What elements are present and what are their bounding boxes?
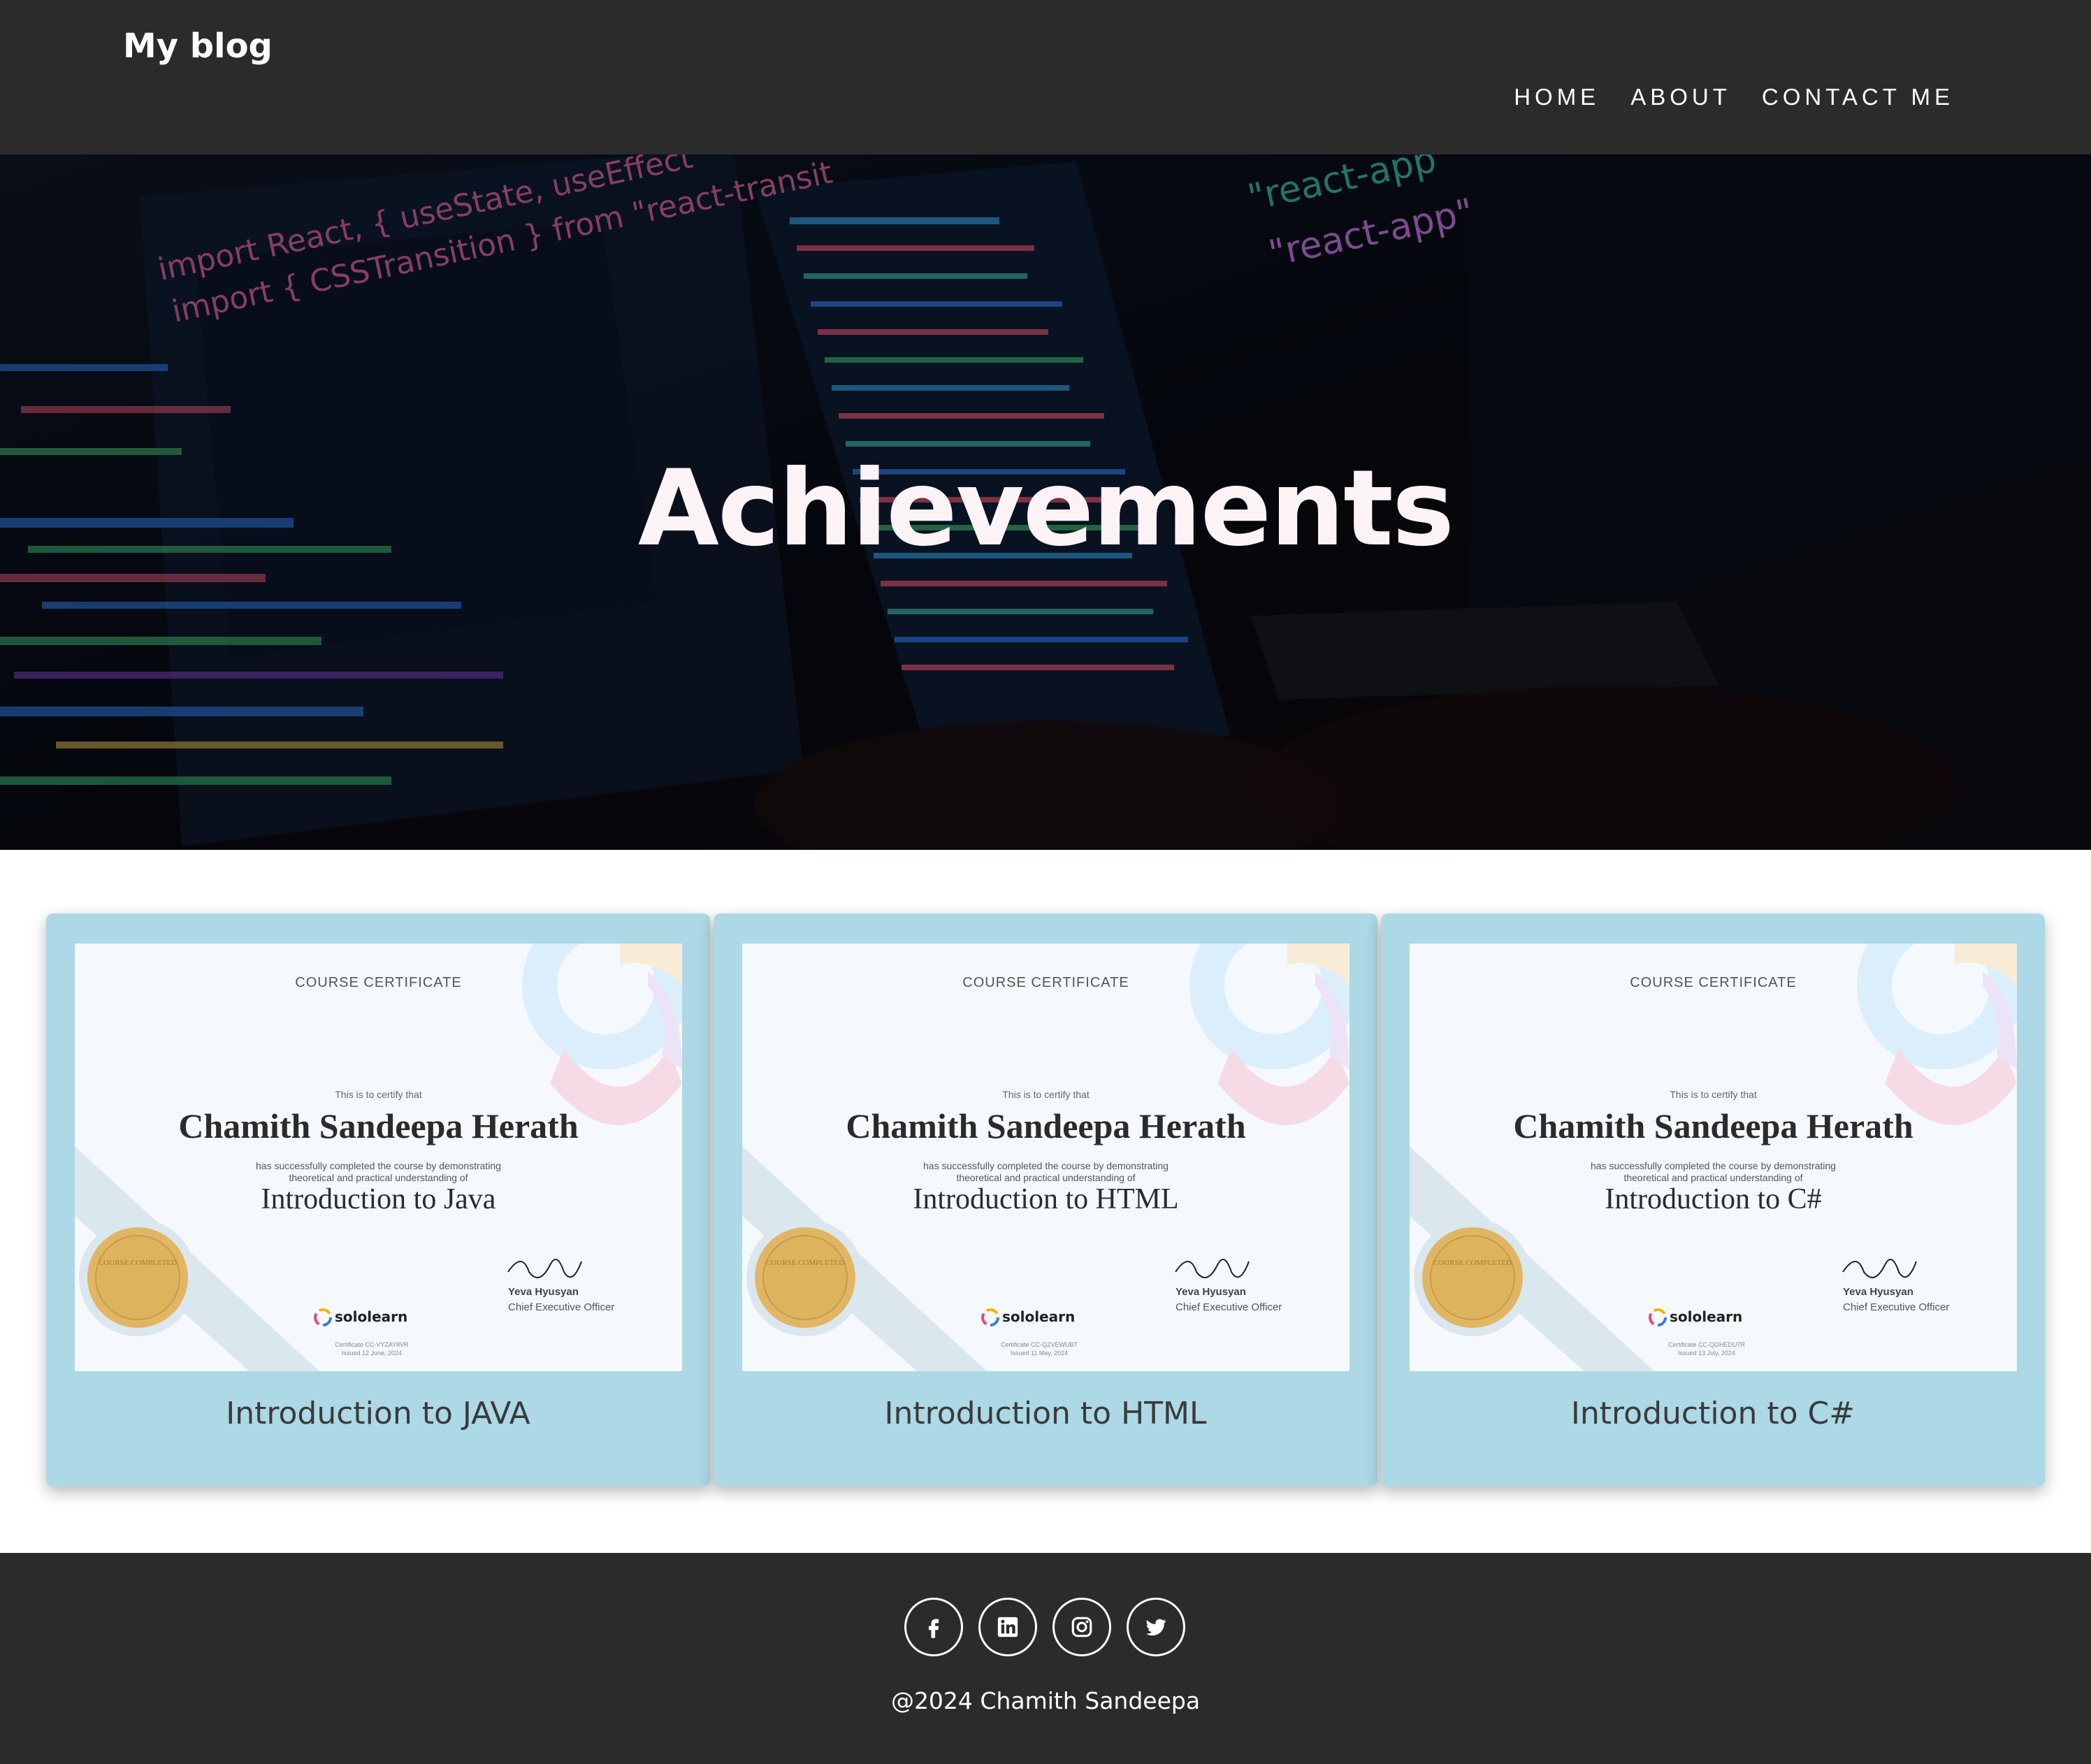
brand-logo[interactable]: My blog bbox=[123, 27, 273, 66]
achievements-grid: COURSE COMPLETED COURSE CERTIFICATE This… bbox=[46, 913, 2045, 1487]
certificate-issued-text: Issued 13 July, 2024 bbox=[1678, 1350, 1735, 1357]
certificate-signer-name: Yeva Hyusyan bbox=[508, 1286, 579, 1298]
nav-link-contact[interactable]: CONTACT ME bbox=[1762, 84, 1954, 110]
seal-text: COURSE COMPLETED bbox=[1433, 1259, 1512, 1267]
certificate-description-line1: has successfully completed the course by… bbox=[256, 1160, 501, 1171]
sololearn-logo-icon bbox=[981, 1308, 999, 1326]
certificate-description-line1: has successfully completed the course by… bbox=[923, 1160, 1168, 1171]
certificate-id: Certificate CC-QZVEWUBT Issued 11 May, 2… bbox=[952, 1340, 1127, 1357]
certificate-course-name: Introduction to Java bbox=[261, 1183, 496, 1215]
certificate-recipient-name: Chamith Sandeepa Herath bbox=[846, 1106, 1246, 1145]
instagram-icon bbox=[1071, 1617, 1092, 1638]
certificate-recipient-name: Chamith Sandeepa Herath bbox=[178, 1106, 579, 1145]
certificate-course-name: Introduction to HTML bbox=[913, 1183, 1179, 1215]
achievement-card-html[interactable]: COURSE COMPLETED COURSE CERTIFICATE This… bbox=[714, 913, 1377, 1487]
certificate-description-line1: has successfully completed the course by… bbox=[1591, 1160, 1836, 1171]
twitter-link[interactable] bbox=[1127, 1598, 1185, 1656]
certificate-id-text: Certificate CC-QOHEDU7R bbox=[1667, 1341, 1746, 1348]
copyright-text: @2024 Chamith Sandeepa bbox=[890, 1687, 1201, 1714]
facebook-icon bbox=[928, 1619, 939, 1638]
seal-text: COURSE COMPLETED bbox=[766, 1259, 844, 1267]
linkedin-icon bbox=[997, 1617, 1018, 1638]
sololearn-logo-icon bbox=[314, 1308, 332, 1326]
facebook-link[interactable] bbox=[904, 1598, 963, 1656]
certificate-description: has successfully completed the course by… bbox=[742, 1160, 1350, 1184]
achievement-card-java[interactable]: COURSE COMPLETED COURSE CERTIFICATE This… bbox=[46, 913, 710, 1487]
instagram-link[interactable] bbox=[1052, 1598, 1111, 1656]
hero-banner: import React, { useState, useEffect impo… bbox=[0, 154, 2091, 850]
certificate-issued-text: Issued 11 May, 2024 bbox=[1010, 1350, 1069, 1357]
certificate-image: COURSE COMPLETED COURSE CERTIFICATE This… bbox=[75, 944, 682, 1371]
footer: @2024 Chamith Sandeepa bbox=[0, 1553, 2091, 1764]
certificate-image: COURSE COMPLETED COURSE CERTIFICATE This… bbox=[1410, 944, 2017, 1371]
certificate-course-name: Introduction to C# bbox=[1605, 1183, 1822, 1215]
nav-link-about[interactable]: ABOUT bbox=[1630, 84, 1731, 110]
certificate-heading: COURSE CERTIFICATE bbox=[962, 975, 1129, 990]
linkedin-link[interactable] bbox=[978, 1598, 1037, 1656]
certificate-brand: sololearn bbox=[1002, 1308, 1076, 1325]
certificate-signer-name: Yeva Hyusyan bbox=[1175, 1286, 1246, 1298]
certificate-signer-role: Chief Executive Officer bbox=[508, 1301, 615, 1313]
card-title: Introduction to JAVA bbox=[226, 1396, 530, 1431]
card-title: Introduction to HTML bbox=[884, 1396, 1207, 1431]
navbar: My blog HOME ABOUT CONTACT ME bbox=[0, 0, 2091, 154]
certificate-id: Certificate CC-VYZAY8VR Issued 12 June, … bbox=[284, 1340, 459, 1357]
twitter-icon bbox=[1145, 1619, 1166, 1636]
certificate-description: has successfully completed the course by… bbox=[75, 1160, 682, 1184]
certificate-id-text: Certificate CC-VYZAY8VR bbox=[335, 1341, 409, 1348]
certificate-id-text: Certificate CC-QZVEWUBT bbox=[1000, 1341, 1078, 1348]
certificate-brand: sololearn bbox=[335, 1308, 408, 1325]
certificate-image: COURSE COMPLETED COURSE CERTIFICATE This… bbox=[742, 944, 1350, 1371]
certificate-signer-role: Chief Executive Officer bbox=[1843, 1301, 1950, 1313]
certificate-brand: sololearn bbox=[1670, 1308, 1743, 1325]
card-title: Introduction to C# bbox=[1570, 1396, 1855, 1431]
certificate-issued-text: Issued 12 June, 2024 bbox=[341, 1350, 403, 1357]
certificate-heading: COURSE CERTIFICATE bbox=[295, 975, 462, 990]
social-links bbox=[904, 1598, 1185, 1656]
nav-link-home[interactable]: HOME bbox=[1514, 84, 1600, 110]
certificate-signer-role: Chief Executive Officer bbox=[1175, 1301, 1282, 1313]
certificate-heading: COURSE CERTIFICATE bbox=[1630, 975, 1797, 990]
certificate-certify-text: This is to certify that bbox=[1002, 1089, 1090, 1100]
certificate-signer-name: Yeva Hyusyan bbox=[1843, 1286, 1913, 1298]
certificate-certify-text: This is to certify that bbox=[1670, 1089, 1757, 1100]
seal-text: COURSE COMPLETED bbox=[99, 1259, 177, 1267]
certificate-recipient-name: Chamith Sandeepa Herath bbox=[1513, 1106, 1913, 1145]
sololearn-logo-icon bbox=[1649, 1308, 1667, 1326]
certificate-id: Certificate CC-QOHEDU7R Issued 13 July, … bbox=[1619, 1340, 1794, 1357]
achievement-card-csharp[interactable]: COURSE COMPLETED COURSE CERTIFICATE This… bbox=[1381, 913, 2045, 1487]
nav-links: HOME ABOUT CONTACT ME bbox=[1514, 84, 1954, 110]
certificate-certify-text: This is to certify that bbox=[335, 1089, 422, 1100]
certificate-description: has successfully completed the course by… bbox=[1410, 1160, 2017, 1184]
hero-title: Achievements bbox=[637, 448, 1454, 570]
